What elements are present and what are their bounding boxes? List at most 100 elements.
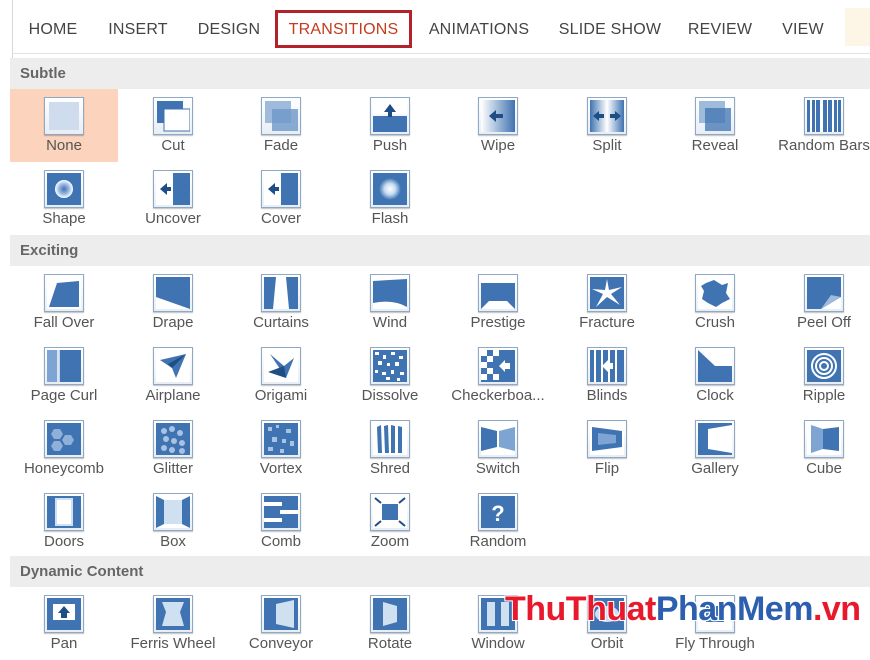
transition-push[interactable]: Push (336, 89, 444, 162)
peel-off-icon (804, 274, 844, 312)
watermark: ThuThuatPhanMem.vn (505, 590, 861, 628)
transition-pan[interactable]: Pan (10, 587, 118, 660)
svg-text:?: ? (491, 501, 504, 526)
transition-ferris-wheel[interactable]: Ferris Wheel (119, 587, 227, 660)
shred-icon (370, 420, 410, 458)
ferris-wheel-icon (153, 595, 193, 633)
transition-checkerboard[interactable]: Checkerboa... (444, 339, 552, 412)
transition-switch[interactable]: Switch (444, 412, 552, 485)
push-icon (370, 97, 410, 135)
transition-doors[interactable]: Doors (10, 485, 118, 558)
tab-insert[interactable]: INSERT (104, 10, 172, 48)
transition-rotate[interactable]: Rotate (336, 587, 444, 660)
transition-flip[interactable]: Flip (553, 412, 661, 485)
transition-label: Pan (50, 635, 78, 652)
transition-reveal[interactable]: Reveal (661, 89, 769, 162)
ribbon-tab-bar: HOME INSERT DESIGN TRANSITIONS ANIMATION… (0, 0, 870, 58)
curtains-icon (261, 274, 301, 312)
transition-split[interactable]: Split (553, 89, 661, 162)
dissolve-icon (370, 347, 410, 385)
transition-label: Zoom (370, 533, 410, 550)
rotate-icon (370, 595, 410, 633)
transition-uncover[interactable]: Uncover (119, 162, 227, 235)
transition-fade[interactable]: Fade (227, 89, 335, 162)
shape-icon (44, 170, 84, 208)
transition-comb[interactable]: Comb (227, 485, 335, 558)
transition-peel-off[interactable]: Peel Off (770, 266, 870, 339)
transition-label: Origami (254, 387, 308, 404)
transition-label: Doors (43, 533, 84, 550)
transition-fracture[interactable]: Fracture (553, 266, 661, 339)
transition-dissolve[interactable]: Dissolve (336, 339, 444, 412)
transition-box[interactable]: Box (119, 485, 227, 558)
transition-page-curl[interactable]: Page Curl (10, 339, 118, 412)
transition-random-bars[interactable]: Random Bars (770, 89, 870, 162)
transition-zoom[interactable]: Zoom (336, 485, 444, 558)
transition-gallery[interactable]: Gallery (661, 412, 769, 485)
ribbon-corner (845, 8, 870, 46)
transition-conveyor[interactable]: Conveyor (227, 587, 335, 660)
transition-airplane[interactable]: Airplane (119, 339, 227, 412)
transition-cube[interactable]: Cube (770, 412, 870, 485)
tab-home[interactable]: HOME (20, 10, 86, 48)
transition-shred[interactable]: Shred (336, 412, 444, 485)
transition-fall-over[interactable]: Fall Over (10, 266, 118, 339)
split-icon (587, 97, 627, 135)
transition-label: Gallery (691, 460, 739, 477)
tab-slide-show[interactable]: SLIDE SHOW (556, 10, 664, 48)
cover-icon (261, 170, 301, 208)
transition-label: Wind (372, 314, 408, 331)
crush-icon (695, 274, 735, 312)
transition-label: Checkerboa... (451, 387, 545, 404)
ripple-icon (804, 347, 844, 385)
transition-label: Honeycomb (23, 460, 105, 477)
tab-review[interactable]: REVIEW (684, 10, 756, 48)
transition-honeycomb[interactable]: Honeycomb (10, 412, 118, 485)
transition-curtains[interactable]: Curtains (227, 266, 335, 339)
transition-cover[interactable]: Cover (227, 162, 335, 235)
transition-label: Page Curl (30, 387, 98, 404)
transition-prestige[interactable]: Prestige (444, 266, 552, 339)
fracture-icon (587, 274, 627, 312)
tab-design[interactable]: DESIGN (192, 10, 266, 48)
switch-icon (478, 420, 518, 458)
transition-label: Cut (161, 137, 185, 154)
transition-vortex[interactable]: Vortex (227, 412, 335, 485)
transition-origami[interactable]: Origami (227, 339, 335, 412)
transition-crush[interactable]: Crush (661, 266, 769, 339)
fade-icon (261, 97, 301, 135)
tab-view[interactable]: VIEW (776, 10, 830, 48)
transition-label: Airplane (145, 387, 201, 404)
transition-label: Random Bars (778, 137, 870, 154)
transition-glitter[interactable]: Glitter (119, 412, 227, 485)
transition-drape[interactable]: Drape (119, 266, 227, 339)
transition-flash[interactable]: Flash (336, 162, 444, 235)
vortex-icon (261, 420, 301, 458)
transition-label: Cover (260, 210, 301, 227)
transition-random[interactable]: ? Random (444, 485, 552, 558)
transition-label: Vortex (259, 460, 303, 477)
pan-icon (44, 595, 84, 633)
prestige-icon (478, 274, 518, 312)
page-curl-icon (44, 347, 84, 385)
section-header-subtle: Subtle (10, 58, 870, 89)
transition-ripple[interactable]: Ripple (770, 339, 870, 412)
tab-animations[interactable]: ANIMATIONS (424, 10, 534, 48)
transition-label: Comb (260, 533, 301, 550)
transition-label: Drape (152, 314, 194, 331)
transition-cut[interactable]: Cut (119, 89, 227, 162)
uncover-icon (153, 170, 193, 208)
tab-transitions[interactable]: TRANSITIONS (275, 10, 412, 48)
transition-label: Shape (42, 210, 86, 227)
transition-wipe[interactable]: Wipe (444, 89, 552, 162)
transition-clock[interactable]: Clock (661, 339, 769, 412)
transition-wind[interactable]: Wind (336, 266, 444, 339)
transition-none[interactable]: None (10, 89, 118, 162)
transition-label: Fly Through (675, 635, 755, 652)
flash-icon (370, 170, 410, 208)
honeycomb-icon (44, 420, 84, 458)
transition-blinds[interactable]: Blinds (553, 339, 661, 412)
transition-label: Curtains (253, 314, 309, 331)
transition-shape[interactable]: Shape (10, 162, 118, 235)
transition-label: Peel Off (797, 314, 851, 331)
